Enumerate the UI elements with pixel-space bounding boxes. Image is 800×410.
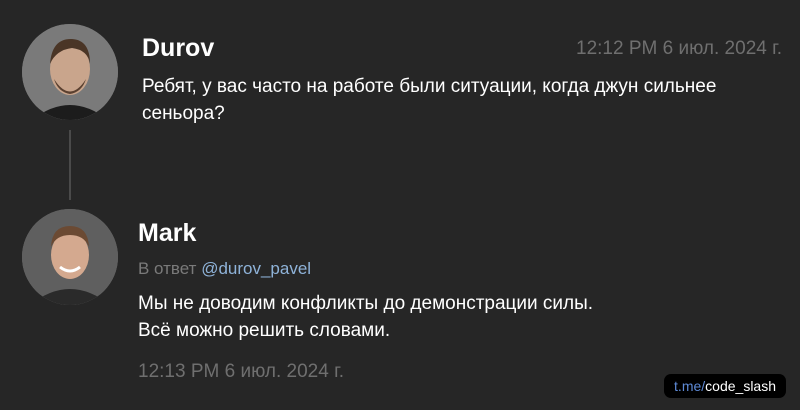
avatar-durov-image	[22, 24, 118, 120]
post-message: Мы не доводим конфликты до демонстрации …	[138, 290, 593, 344]
reply-handle-link[interactable]: @durov_pavel	[201, 259, 311, 278]
reply-prefix: В ответ	[138, 259, 197, 278]
reply-to: В ответ @durov_pavel	[138, 259, 311, 279]
post-timestamp: 12:13 PM 6 июл. 2024 г.	[138, 361, 344, 382]
avatar-durov[interactable]	[22, 24, 118, 120]
avatar-mark[interactable]	[22, 209, 118, 305]
message-line: Мы не доводим конфликты до демонстрации …	[138, 293, 594, 314]
thread-connector	[69, 130, 71, 200]
message-line: Ребят, у вас часто на работе были ситуац…	[142, 76, 717, 97]
channel-watermark: t.me/code_slash	[664, 374, 786, 398]
post-timestamp: 12:12 PM 6 июл. 2024 г.	[576, 38, 782, 59]
avatar-mark-image	[22, 209, 118, 305]
watermark-channel: code_slash	[705, 378, 776, 394]
message-line: сеньора?	[142, 103, 225, 124]
message-line: Всё можно решить словами.	[138, 320, 391, 341]
post-message: Ребят, у вас часто на работе были ситуац…	[142, 73, 716, 127]
post-author[interactable]: Durov	[142, 34, 214, 63]
post-author[interactable]: Mark	[138, 219, 196, 248]
watermark-domain: t.me/	[674, 378, 706, 394]
